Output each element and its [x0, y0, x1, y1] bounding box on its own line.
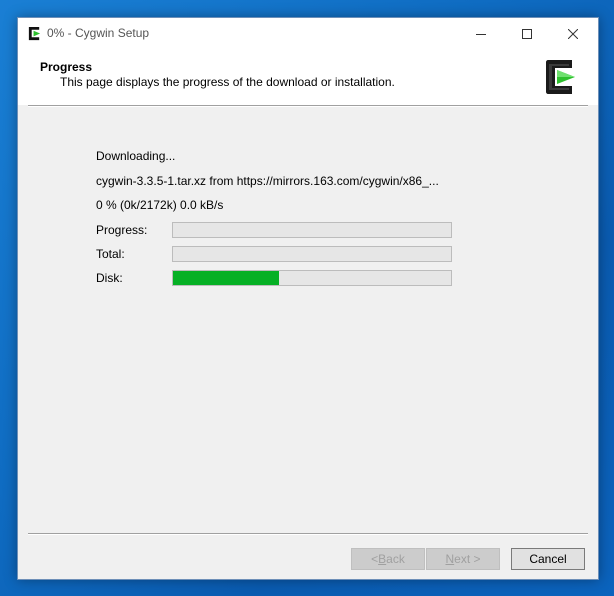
footer-divider — [28, 533, 588, 535]
cygwin-logo-icon — [28, 26, 41, 41]
disk-bar-fill — [173, 271, 279, 285]
progress-bar — [172, 222, 452, 238]
total-bar — [172, 246, 452, 262]
setup-window: 0% - Cygwin Setup Progress This page dis… — [17, 17, 599, 580]
back-button[interactable]: < Back — [351, 548, 425, 570]
page-subtitle: This page displays the progress of the d… — [60, 75, 395, 89]
title-bar[interactable]: 0% - Cygwin Setup — [18, 18, 598, 49]
close-icon — [568, 28, 578, 39]
total-label: Total: — [96, 247, 125, 261]
next-button-mnemonic: N — [445, 552, 455, 566]
back-button-rest: ack — [386, 552, 405, 566]
header-divider — [28, 105, 588, 107]
status-file: cygwin-3.3.5-1.tar.xz from https://mirro… — [96, 174, 439, 188]
minimize-icon — [476, 33, 486, 35]
progress-label: Progress: — [96, 223, 148, 237]
cygwin-logo-icon — [546, 60, 575, 94]
disk-bar — [172, 270, 452, 286]
back-button-mnemonic: B — [378, 552, 387, 566]
window-title: 0% - Cygwin Setup — [47, 26, 150, 40]
minimize-button[interactable] — [458, 18, 504, 49]
maximize-button[interactable] — [504, 18, 550, 49]
cancel-button[interactable]: Cancel — [511, 548, 585, 570]
close-button[interactable] — [550, 18, 596, 49]
status-action: Downloading... — [96, 149, 176, 163]
next-button-rest: ext > — [454, 552, 481, 566]
status-stats: 0 % (0k/2172k) 0.0 kB/s — [96, 198, 224, 212]
back-button-prefix: < — [371, 552, 379, 566]
maximize-icon — [522, 28, 532, 39]
wizard-header: Progress This page displays the progress… — [18, 49, 598, 105]
page-title: Progress — [40, 60, 93, 74]
disk-label: Disk: — [96, 271, 123, 285]
next-button[interactable]: Next > — [426, 548, 500, 570]
